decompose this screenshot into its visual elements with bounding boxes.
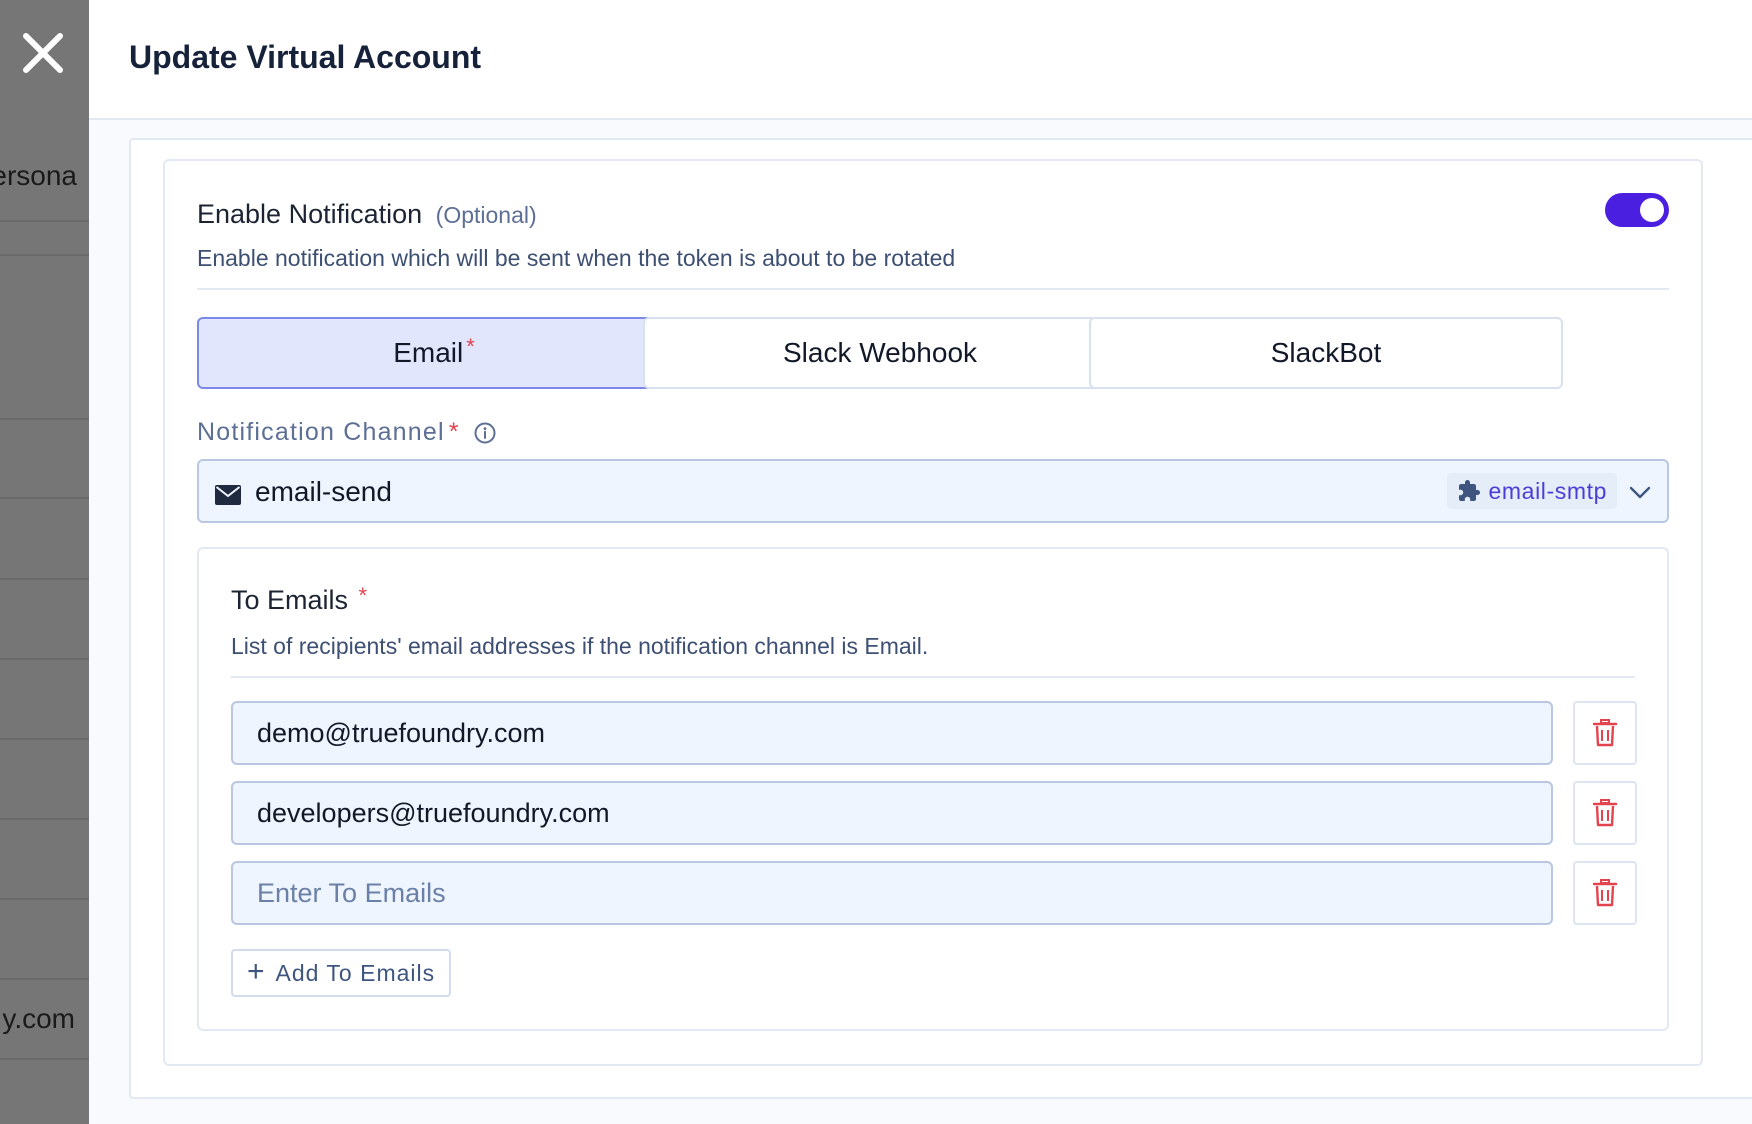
tab-label: Email xyxy=(393,337,464,368)
delete-email-button[interactable] xyxy=(1573,701,1637,765)
divider xyxy=(197,288,1669,290)
delete-email-button[interactable] xyxy=(1573,781,1637,845)
drawer-panel: Update Virtual Account Enable Notificati… xyxy=(89,0,1752,1124)
background-text-fragment: ersona xyxy=(0,160,77,191)
channel-label-text: Notification Channel xyxy=(197,418,445,446)
notification-description: Enable notification which will be sent w… xyxy=(197,245,956,271)
background-divider xyxy=(0,418,89,420)
required-asterisk: * xyxy=(358,583,368,608)
close-icon[interactable] xyxy=(20,30,66,76)
background-divider xyxy=(0,497,89,499)
to-emails-description: List of recipients' email addresses if t… xyxy=(231,633,929,659)
mail-icon xyxy=(215,485,241,505)
background-divider xyxy=(0,220,89,222)
puzzle-icon xyxy=(1458,480,1480,501)
optional-tag: (Optional) xyxy=(435,202,537,228)
required-asterisk: * xyxy=(466,334,475,359)
to-emails-heading: To Emails * xyxy=(231,583,368,616)
email-field[interactable] xyxy=(231,861,1553,925)
tab-email[interactable]: Email * xyxy=(197,317,671,389)
trash-icon xyxy=(1592,879,1618,907)
background-text-fragment: y.com xyxy=(2,1003,75,1034)
background-divider xyxy=(0,578,89,580)
tab-label: Slack Webhook xyxy=(782,337,978,368)
notification-section: Enable Notification (Optional) Enable no… xyxy=(163,159,1703,1066)
drawer-title: Update Virtual Account xyxy=(129,38,482,75)
background-divider xyxy=(0,658,89,660)
selected-channel: email-send xyxy=(255,476,392,507)
integration-chip: email-smtp xyxy=(1446,473,1617,509)
background-divider xyxy=(0,1058,89,1060)
tab-slackbot[interactable]: SlackBot xyxy=(1089,317,1563,389)
notification-heading: Enable Notification (Optional) xyxy=(197,199,537,230)
tab-label: SlackBot xyxy=(1270,337,1382,368)
email-field[interactable] xyxy=(231,701,1553,765)
add-button-label: Add To Emails xyxy=(275,959,436,986)
divider xyxy=(231,676,1635,678)
chevron-down-icon[interactable] xyxy=(1629,481,1651,503)
add-to-emails-button[interactable]: + Add To Emails xyxy=(231,949,452,997)
toggle-knob xyxy=(1640,198,1664,222)
drawer-header: Update Virtual Account xyxy=(89,0,1752,120)
email-field[interactable] xyxy=(231,781,1553,845)
required-asterisk: * xyxy=(448,418,460,446)
trash-icon xyxy=(1592,719,1618,747)
notification-title: Enable Notification xyxy=(197,199,423,229)
plus-icon: + xyxy=(247,955,266,988)
background-divider xyxy=(0,738,89,740)
to-emails-box: To Emails * List of recipients' email ad… xyxy=(197,547,1669,1031)
trash-icon xyxy=(1592,799,1618,827)
notification-channel-select[interactable]: email-send email-smtp xyxy=(197,459,1669,523)
integration-name: email-smtp xyxy=(1488,477,1607,504)
background-divider xyxy=(0,978,89,980)
info-icon[interactable] xyxy=(474,422,496,444)
background-divider xyxy=(0,898,89,900)
notification-toggle[interactable] xyxy=(1605,193,1669,227)
backdrop-overlay[interactable]: ersona y.com xyxy=(0,0,89,1124)
delete-email-button[interactable] xyxy=(1573,861,1637,925)
tab-slack-webhook[interactable]: Slack Webhook xyxy=(643,317,1117,389)
notification-channel-label: Notification Channel * xyxy=(197,418,496,447)
background-divider xyxy=(0,254,89,256)
background-divider xyxy=(0,818,89,820)
to-emails-title: To Emails xyxy=(231,585,349,615)
